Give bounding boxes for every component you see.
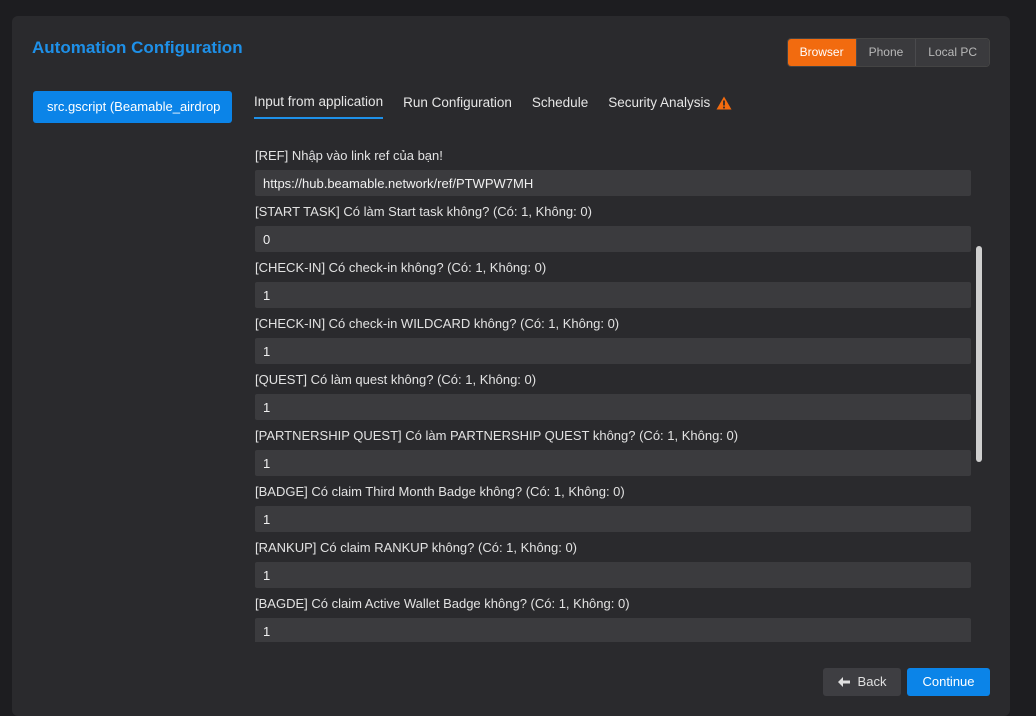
field-label: [BAGDE] Có claim Active Wallet Badge khô… bbox=[255, 596, 630, 611]
tab-input-from-application[interactable]: Input from application bbox=[254, 94, 384, 119]
tab-bar: Input from application Run Configuration… bbox=[254, 94, 732, 119]
quest-input[interactable] bbox=[255, 394, 971, 420]
field-label: [BADGE] Có claim Third Month Badge không… bbox=[255, 484, 625, 499]
rankup-input[interactable] bbox=[255, 562, 971, 588]
field-label: [PARTNERSHIP QUEST] Có làm PARTNERSHIP Q… bbox=[255, 428, 739, 443]
field-ref: [REF] Nhập vào link ref của bạn! bbox=[255, 146, 971, 196]
tab-security-analysis[interactable]: Security Analysis bbox=[608, 94, 732, 119]
env-phone-button[interactable]: Phone bbox=[855, 39, 916, 66]
field-label: [START TASK] Có làm Start task không? (C… bbox=[255, 204, 592, 219]
field-label: [RANKUP] Có claim RANKUP không? (Có: 1, … bbox=[255, 540, 578, 555]
field-rankup: [RANKUP] Có claim RANKUP không? (Có: 1, … bbox=[255, 538, 971, 588]
active-wallet-badge-input[interactable] bbox=[255, 618, 971, 642]
back-button[interactable]: Back bbox=[823, 668, 901, 696]
form-scrollbar[interactable] bbox=[976, 246, 982, 462]
arrow-left-icon bbox=[837, 677, 850, 687]
tab-label: Run Configuration bbox=[403, 95, 512, 110]
field-check-in-wildcard: [CHECK-IN] Có check-in WILDCARD không? (… bbox=[255, 314, 971, 364]
field-partnership-quest: [PARTNERSHIP QUEST] Có làm PARTNERSHIP Q… bbox=[255, 426, 971, 476]
sidebar-item-script[interactable]: src.gscript (Beamable_airdrop bbox=[33, 91, 232, 123]
partnership-quest-input[interactable] bbox=[255, 450, 971, 476]
input-form: [REF] Nhập vào link ref của bạn! [START … bbox=[255, 146, 971, 642]
warning-icon bbox=[716, 96, 732, 109]
environment-selector: Browser Phone Local PC bbox=[786, 38, 990, 67]
field-label: [CHECK-IN] Có check-in không? (Có: 1, Kh… bbox=[255, 260, 547, 275]
tab-label: Schedule bbox=[531, 95, 589, 110]
continue-button[interactable]: Continue bbox=[907, 668, 990, 696]
back-button-label: Back bbox=[857, 674, 887, 689]
field-check-in: [CHECK-IN] Có check-in không? (Có: 1, Kh… bbox=[255, 258, 971, 308]
tab-label: Security Analysis bbox=[608, 95, 711, 110]
field-quest: [QUEST] Có làm quest không? (Có: 1, Khôn… bbox=[255, 370, 971, 420]
tab-run-configuration[interactable]: Run Configuration bbox=[403, 94, 512, 119]
field-label: [CHECK-IN] Có check-in WILDCARD không? (… bbox=[255, 316, 620, 331]
check-in-wildcard-input[interactable] bbox=[255, 338, 971, 364]
tab-label: Input from application bbox=[254, 94, 384, 109]
env-browser-button[interactable]: Browser bbox=[787, 39, 856, 66]
badge-input[interactable] bbox=[255, 506, 971, 532]
tab-schedule[interactable]: Schedule bbox=[532, 94, 588, 119]
env-local-pc-button[interactable]: Local PC bbox=[915, 39, 989, 66]
page-title: Automation Configuration bbox=[32, 38, 243, 57]
field-active-wallet-badge: [BAGDE] Có claim Active Wallet Badge khô… bbox=[255, 594, 971, 642]
config-panel: Automation Configuration Browser Phone L… bbox=[12, 16, 1010, 716]
field-label: [QUEST] Có làm quest không? (Có: 1, Khôn… bbox=[255, 372, 537, 387]
field-start-task: [START TASK] Có làm Start task không? (C… bbox=[255, 202, 971, 252]
start-task-input[interactable] bbox=[255, 226, 971, 252]
field-badge: [BADGE] Có claim Third Month Badge không… bbox=[255, 482, 971, 532]
field-label: [REF] Nhập vào link ref của bạn! bbox=[255, 148, 443, 163]
ref-link-input[interactable] bbox=[255, 170, 971, 196]
check-in-input[interactable] bbox=[255, 282, 971, 308]
